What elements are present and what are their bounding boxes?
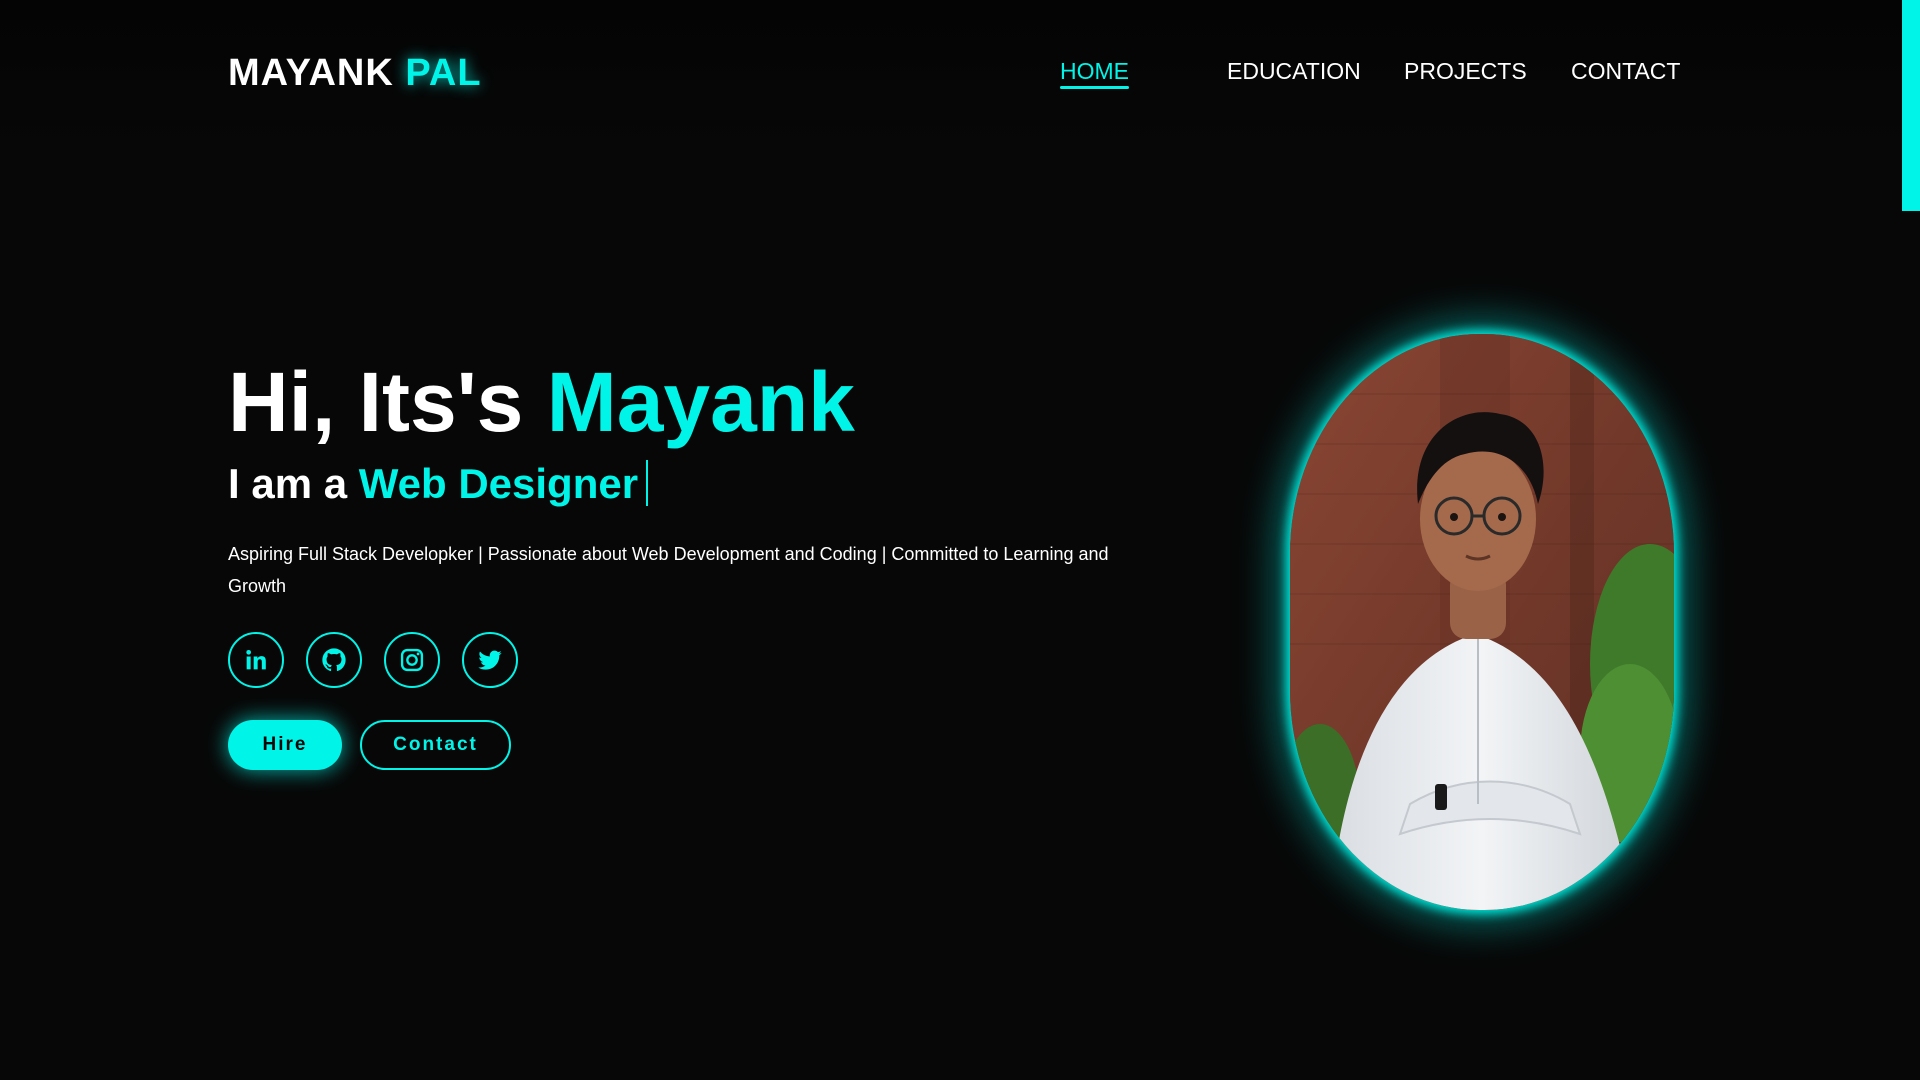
page: MAYANK PAL HOME EDUCATION PROJECTS CONTA… — [0, 0, 1920, 1080]
profile-photo — [1290, 334, 1674, 910]
scroll-progress-bar[interactable] — [1902, 0, 1920, 211]
header: MAYANK PAL HOME EDUCATION PROJECTS CONTA… — [0, 0, 1920, 150]
hero-role: I am a Web Designer — [228, 456, 1148, 512]
github-icon — [322, 648, 346, 672]
hero-section: Hi, Its's Mayank I am a Web Designer Asp… — [228, 352, 1148, 770]
logo-first: MAYANK — [228, 52, 394, 94]
contact-button[interactable]: Contact — [360, 720, 511, 770]
twitter-link[interactable] — [462, 632, 518, 688]
social-links — [228, 632, 1148, 688]
linkedin-icon — [246, 649, 266, 670]
instagram-icon — [400, 648, 424, 672]
logo[interactable]: MAYANK PAL — [228, 52, 482, 95]
hero-tagline: Aspiring Full Stack Developker | Passion… — [228, 544, 1109, 596]
main-nav: HOME EDUCATION PROJECTS CONTACT — [1060, 58, 1680, 92]
nav-home[interactable]: HOME — [1060, 58, 1129, 89]
hire-button[interactable]: Hire — [228, 720, 342, 770]
role-prefix: I am a — [228, 460, 359, 507]
role-text: Web Designer — [358, 460, 639, 507]
hero-greeting: Hi, Its's — [228, 355, 547, 449]
hero-heading: Hi, Its's Mayank — [228, 352, 1148, 452]
nav-projects[interactable]: PROJECTS — [1404, 58, 1527, 85]
nav-education[interactable]: EDUCATION — [1227, 58, 1361, 85]
github-link[interactable] — [306, 632, 362, 688]
hero-name: Mayank — [546, 355, 855, 449]
linkedin-link[interactable] — [228, 632, 284, 688]
nav-contact[interactable]: CONTACT — [1571, 58, 1680, 85]
typing-cursor — [646, 460, 649, 506]
logo-accent: PAL — [405, 52, 482, 94]
instagram-link[interactable] — [384, 632, 440, 688]
profile-photo-image — [1290, 334, 1674, 910]
cta-buttons: Hire Contact — [228, 720, 1148, 770]
twitter-icon — [478, 650, 502, 670]
